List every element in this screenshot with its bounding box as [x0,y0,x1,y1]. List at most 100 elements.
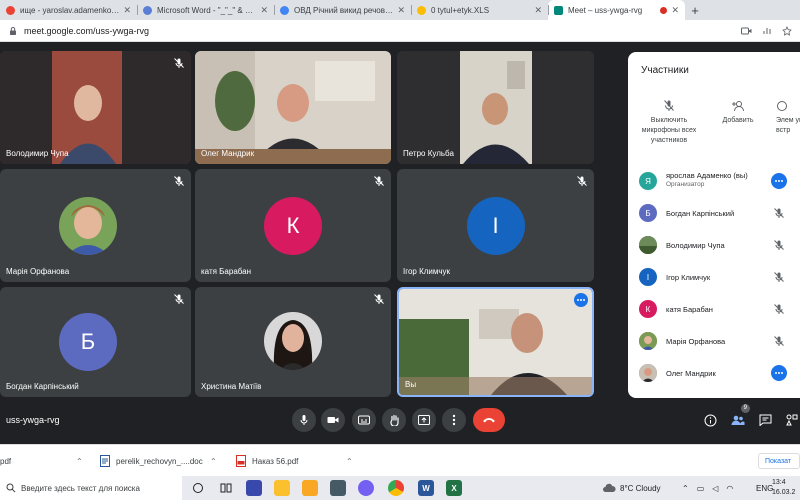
participant-row[interactable]: Олег Мандрик [628,357,800,389]
network-icon[interactable]: ▭ [697,484,705,493]
present-to-all-icon [418,415,430,425]
add-participant-button[interactable]: Добавить [708,96,768,126]
video-tile-khrystyna[interactable]: Христина Матіїв [195,287,391,397]
weather-widget[interactable]: 8°C Cloudy [602,476,661,500]
video-tile-self[interactable]: Вы [397,287,594,397]
mic-off-icon[interactable] [773,239,785,251]
host-controls-button[interactable]: Элем управ встр [776,96,800,136]
participant-row[interactable]: Б Богдан Карпінський [628,197,800,229]
address-bar: meet.google.com/uss-ywga-rvg [0,20,800,42]
task-view-icon[interactable] [190,480,206,496]
more-horiz-icon [577,299,585,301]
close-icon[interactable]: ✕ [260,5,268,16]
browser-tab-mail[interactable]: ище - yaroslav.adamenko@... ✕ [0,0,137,20]
captions-button[interactable] [352,408,376,432]
participants-button[interactable]: 9 [728,404,750,430]
mute-all-button[interactable]: Выключить микрофоны всех участников [638,96,700,146]
browser-tab-meet[interactable]: Meet – uss-ywga-rvg ✕ [548,0,685,20]
close-icon[interactable]: ✕ [534,5,542,16]
lock-icon [10,26,16,35]
system-tray-icons[interactable]: ⌃ ▭ ◁ ◠ [682,476,733,500]
camera-button[interactable] [321,408,345,432]
meeting-details-button[interactable] [700,410,720,430]
video-tile-volodymyr[interactable]: Володимир Чупа [0,51,191,164]
word-icon[interactable]: W [418,480,434,496]
app-icon-1[interactable] [246,480,262,496]
chevron-up-icon[interactable]: ⌃ [76,457,83,466]
camera-indicator-icon[interactable] [741,26,752,36]
video-tile-bogdan[interactable]: Б Богдан Карпінський [0,287,191,397]
taskbar-clock[interactable]: 13:4 16.03.2 [772,478,795,498]
chevron-up-icon[interactable]: ⌃ [210,457,217,466]
new-tab-button[interactable]: + [685,0,705,20]
show-all-downloads-button[interactable]: Показат [758,453,800,469]
avatar [264,312,322,370]
browser-tab-google[interactable]: ОВД Річний викид речовин пр... ✕ [274,0,411,20]
participant-row[interactable]: Я ярослав Адаменко (вы) Организатор [628,165,800,197]
mic-off-icon[interactable] [773,271,785,283]
doc-file-icon [100,455,110,467]
browser-tab-word[interactable]: Microsoft Word - "_"_" & 0С20... ✕ [137,0,274,20]
chevron-up-icon[interactable]: ⌃ [682,484,689,493]
video-tile-igor[interactable]: І Ігор Климчук [397,169,594,282]
action-label: Элем управ встр [776,117,800,134]
windows-taskbar: Введите здесь текст для поиска W X 8°C C… [0,476,800,500]
close-icon[interactable]: ✕ [671,5,679,16]
participant-row[interactable]: І Ігор Климчук [628,261,800,293]
chrome-icon[interactable] [388,480,404,496]
avatar [639,332,657,350]
participant-row[interactable]: К катя Барабан [628,293,800,325]
avatar: Б [59,313,117,371]
avatar: І [639,268,657,286]
more-horiz-icon [775,372,783,374]
download-item[interactable]: pdf ⌃ [0,451,88,471]
url-field[interactable]: meet.google.com/uss-ywga-rvg [24,26,149,36]
download-item[interactable]: perelik_rechovyn_....doc ⌃ [100,451,220,471]
mic-button[interactable] [292,408,316,432]
download-name: pdf [0,456,12,466]
close-icon[interactable]: ✕ [397,5,405,16]
avatar: К [264,196,322,255]
app-icon-4[interactable] [330,480,346,496]
activities-button[interactable] [782,410,800,430]
participant-more-button[interactable] [771,365,787,381]
present-button[interactable] [412,408,436,432]
app-icon-2[interactable] [274,480,290,496]
participant-more-button[interactable] [771,173,787,189]
browser-tab-xls[interactable]: 0 tytul+etyk.XLS ✕ [411,0,548,20]
participant-video [0,51,191,164]
video-tile-mariya[interactable]: Марія Орфанова [0,169,191,282]
tab-title: ище - yaroslav.adamenko@... [20,5,120,15]
video-tile-petro[interactable]: Петро Кульба [397,51,594,164]
download-item[interactable]: Наказ 56.pdf ⌃ [236,451,356,471]
mic-off-icon[interactable] [773,335,785,347]
excel-icon[interactable]: X [446,480,462,496]
close-icon[interactable]: ✕ [123,5,131,16]
video-tile-oleg[interactable]: Олег Мандрик [195,51,391,164]
raise-hand-button[interactable] [382,408,406,432]
participant-row[interactable]: Володимир Чупа [628,229,800,261]
participant-name: Ігор Климчук [666,272,711,282]
recording-icon [660,6,668,14]
language-indicator[interactable]: ENG [756,476,773,500]
participant-row[interactable]: Марія Орфанова [628,325,800,357]
more-options-button[interactable] [442,408,466,432]
viber-icon[interactable] [358,480,374,496]
info-icon [704,414,716,426]
share-icon[interactable] [762,26,772,36]
leave-call-button[interactable] [473,408,505,432]
taskview-windows-icon[interactable] [218,480,234,496]
wifi-icon[interactable]: ◠ [726,484,733,493]
chevron-up-icon[interactable]: ⌃ [346,457,353,466]
file-explorer-icon[interactable] [302,480,318,496]
search-placeholder: Введите здесь текст для поиска [21,483,140,493]
volume-icon[interactable]: ◁ [712,484,718,493]
chat-button[interactable] [755,410,775,430]
mic-off-icon[interactable] [773,303,785,315]
more-options-button[interactable] [574,293,588,307]
taskbar-search-input[interactable]: Введите здесь текст для поиска [0,476,182,500]
star-icon[interactable] [782,25,792,36]
mic-off-icon[interactable] [773,207,785,219]
download-name: perelik_rechovyn_....doc [116,456,203,466]
video-tile-katya[interactable]: К катя Барабан [195,169,391,282]
